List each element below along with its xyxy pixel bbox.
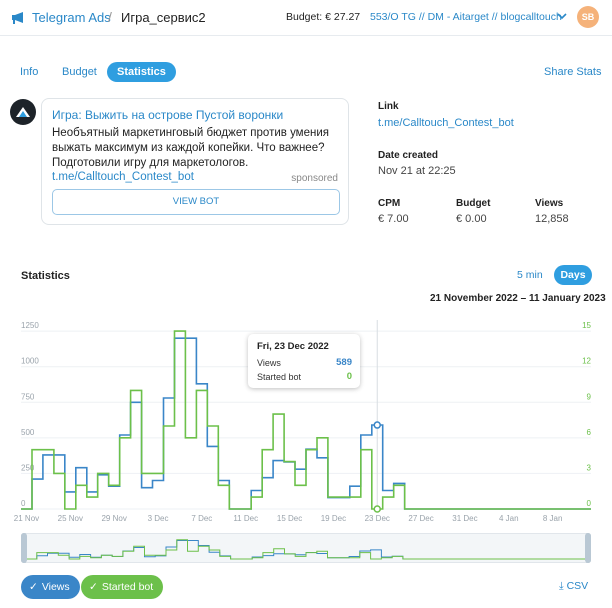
ad-text: Необъятный маркетинговый бюджет против у… [52, 127, 329, 169]
link-label: Link [378, 101, 399, 112]
check-icon: ✓ [89, 581, 98, 593]
navigator-left-handle[interactable] [21, 533, 27, 563]
x-tick-label: 8 Jan [543, 514, 563, 523]
y-right-tick-label: 12 [582, 357, 591, 366]
breadcrumb-separator: / [108, 9, 112, 25]
x-tick-label: 21 Nov [14, 514, 39, 523]
tooltip-views-value: 589 [336, 357, 352, 368]
date-range: 21 November 2022 – 11 January 2023 [430, 293, 606, 304]
x-tick-label: 19 Dec [321, 514, 346, 523]
download-icon: ⤓ [559, 580, 564, 592]
y-left-tick-label: 250 [21, 463, 35, 472]
chevron-down-icon[interactable] [557, 12, 567, 20]
budget-label: Budget [456, 198, 491, 209]
ad-avatar [10, 99, 36, 125]
y-right-tick-label: 9 [587, 392, 592, 401]
sponsored-label: sponsored [291, 173, 338, 184]
legend-views-label: Views [41, 581, 70, 593]
statistics-title: Statistics [21, 270, 70, 282]
x-tick-label: 7 Dec [191, 514, 212, 523]
tab-budget[interactable]: Budget [52, 62, 107, 82]
highlight-point [373, 505, 381, 513]
ad-preview-card: Игра: Выжить на острове Пустой воронки Н… [41, 98, 349, 225]
tooltip-started-label: Started bot [257, 372, 302, 382]
tab-statistics[interactable]: Statistics [107, 62, 176, 82]
view-bot-button[interactable]: VIEW BOT [52, 189, 340, 215]
ad-title: Игра: Выжить на острове Пустой воронки [52, 108, 284, 122]
x-tick-label: 31 Dec [452, 514, 477, 523]
y-left-tick-label: 1000 [21, 357, 39, 366]
legend-started-toggle[interactable]: ✓ Started bot [81, 575, 164, 599]
x-tick-label: 27 Dec [408, 514, 433, 523]
bot-logo-icon [16, 107, 30, 117]
views-value: 12,858 [535, 213, 569, 225]
y-right-tick-label: 0 [587, 499, 592, 508]
y-left-tick-label: 500 [21, 428, 35, 437]
cpm-label: CPM [378, 198, 401, 209]
x-tick-label: 25 Nov [58, 514, 83, 523]
csv-label: CSV [566, 580, 589, 592]
y-left-tick-label: 750 [21, 392, 35, 401]
range-navigator[interactable] [21, 533, 591, 563]
check-icon: ✓ [29, 581, 38, 593]
legend-started-label: Started bot [101, 581, 154, 593]
cpm-value: € 7.00 [378, 213, 409, 225]
budget-value: € 0.00 [456, 213, 487, 225]
tab-info[interactable]: Info [10, 62, 48, 82]
chart-tooltip: Fri, 23 Dec 2022 Views 589 Started bot 0 [248, 334, 360, 388]
y-right-tick-label: 3 [587, 463, 592, 472]
x-tick-label: 15 Dec [277, 514, 302, 523]
highlight-point [373, 421, 381, 429]
megaphone-icon [12, 12, 23, 24]
csv-download[interactable]: ⤓ CSV [559, 580, 588, 593]
views-label: Views [535, 198, 564, 209]
share-stats-link[interactable]: Share Stats [544, 66, 601, 78]
campaign-name: Игра_сервис2 [121, 10, 206, 25]
legend-views-toggle[interactable]: ✓ Views [21, 575, 80, 599]
tooltip-date: Fri, 23 Dec 2022 [257, 341, 329, 352]
x-tick-label: 29 Nov [101, 514, 126, 523]
y-left-tick-label: 0 [21, 499, 26, 508]
zoom-5min-button[interactable]: 5 min [517, 269, 543, 281]
zoom-days-button[interactable]: Days [554, 265, 592, 285]
brand-link[interactable]: Telegram Ads [32, 10, 111, 25]
x-tick-label: 3 Dec [148, 514, 169, 523]
tooltip-started-value: 0 [346, 371, 352, 382]
x-tick-label: 11 Dec [233, 514, 258, 523]
y-right-tick-label: 15 [582, 321, 591, 330]
date-created-label: Date created [378, 150, 439, 161]
user-avatar[interactable]: SB [577, 6, 599, 28]
budget-display: Budget: € 27.27 [286, 11, 361, 23]
y-right-tick-label: 6 [587, 428, 592, 437]
account-selector[interactable]: 553/O TG // DM - Aitarget // blogcalltou… [370, 11, 562, 23]
tooltip-views-label: Views [257, 358, 281, 368]
top-bar: Telegram Ads / Игра_сервис2 Budget: € 27… [0, 0, 612, 36]
date-created-value: Nov 21 at 22:25 [378, 165, 456, 177]
y-left-tick-label: 1250 [21, 321, 39, 330]
x-tick-label: 4 Jan [499, 514, 519, 523]
x-tick-label: 23 Dec [365, 514, 390, 523]
ad-link[interactable]: t.me/Calltouch_Contest_bot [52, 171, 194, 183]
navigator-right-handle[interactable] [585, 533, 591, 563]
link-value[interactable]: t.me/Calltouch_Contest_bot [378, 117, 514, 129]
